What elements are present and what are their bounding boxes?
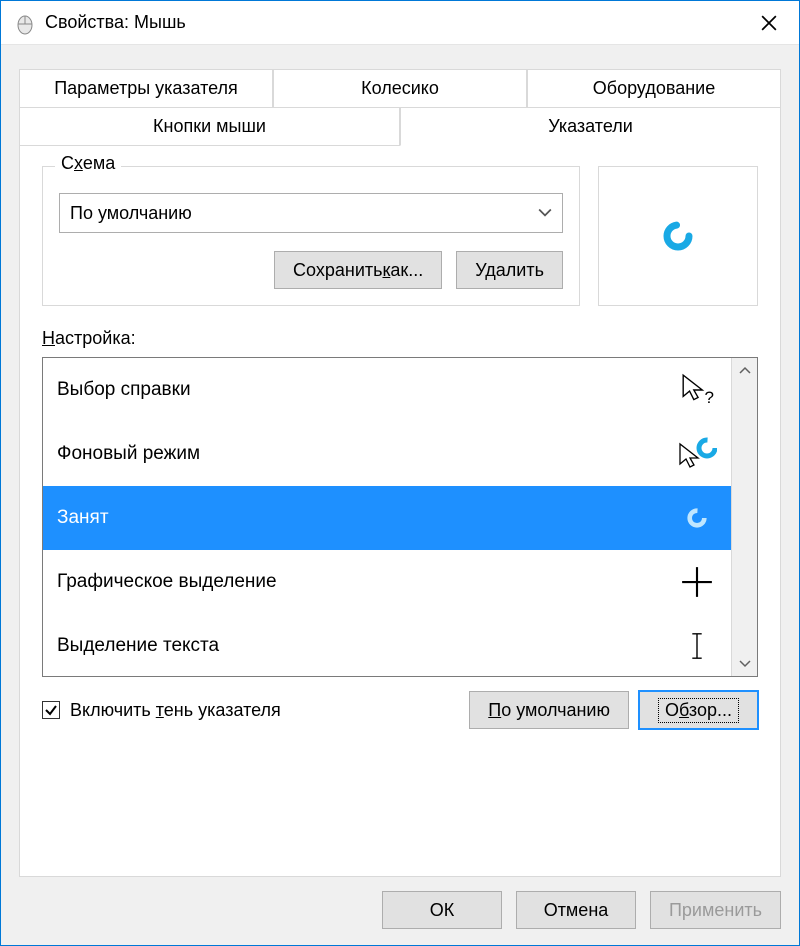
window-title: Свойства: Мышь — [45, 12, 745, 33]
dialog-button-row: ОК Отмена Применить — [19, 877, 781, 945]
tab-buttons[interactable]: Кнопки мыши — [20, 108, 400, 146]
arrow-help-icon: ? — [677, 373, 717, 407]
save-as-button[interactable]: Сохранить как... — [274, 251, 442, 289]
shadow-checkbox[interactable] — [42, 701, 60, 719]
ibeam-icon — [677, 631, 717, 661]
tab-pointer-params[interactable]: Параметры указателя — [20, 70, 273, 108]
defaults-button[interactable]: По умолчанию — [469, 691, 629, 729]
delete-button[interactable]: Удалить — [456, 251, 563, 289]
list-item[interactable]: Занят — [43, 486, 731, 550]
svg-text:?: ? — [704, 388, 713, 407]
shadow-label: Включить тень указателя — [70, 700, 281, 721]
scroll-up-icon[interactable] — [732, 358, 757, 382]
apply-button[interactable]: Применить — [650, 891, 781, 929]
scrollbar[interactable] — [731, 358, 757, 676]
busy-ring-icon — [662, 220, 694, 252]
tab-content: Схема По умолчанию Сохранить как... Удал… — [20, 146, 780, 739]
tab-wheel[interactable]: Колесико — [273, 70, 527, 108]
browse-button[interactable]: Обзор... — [639, 691, 758, 729]
tab-pointers[interactable]: Указатели — [400, 108, 780, 146]
tabs-row-2: Кнопки мыши Указатели — [20, 108, 780, 146]
scheme-combobox[interactable]: По умолчанию — [59, 193, 563, 233]
scheme-legend: Схема — [55, 153, 121, 174]
mouse-icon — [13, 11, 37, 35]
tabs-row-1: Параметры указателя Колесико Оборудовани… — [20, 70, 780, 108]
dialog-outer: Параметры указателя Колесико Оборудовани… — [1, 45, 799, 945]
list-item[interactable]: Фоновый режим — [43, 422, 731, 486]
cursor-listbox: Выбор справки ? Фоновый режим — [42, 357, 758, 677]
customize-label: Настройка: — [42, 328, 758, 349]
scheme-selected: По умолчанию — [70, 203, 192, 224]
scroll-down-icon[interactable] — [732, 652, 757, 676]
arrow-ring-icon — [677, 437, 717, 471]
scheme-fieldset: Схема По умолчанию Сохранить как... Удал… — [42, 166, 580, 306]
list-item[interactable]: Выделение текста — [43, 614, 731, 676]
cursor-preview-box — [598, 166, 758, 306]
close-button[interactable] — [745, 1, 793, 45]
cancel-button[interactable]: Отмена — [516, 891, 636, 929]
ok-button[interactable]: ОК — [382, 891, 502, 929]
ring-icon — [677, 507, 717, 529]
chevron-down-icon — [538, 208, 552, 218]
list-item[interactable]: Графическое выделение — [43, 550, 731, 614]
cross-icon — [677, 565, 717, 599]
tab-hardware[interactable]: Оборудование — [527, 70, 780, 108]
titlebar: Свойства: Мышь — [1, 1, 799, 45]
list-item[interactable]: Выбор справки ? — [43, 358, 731, 422]
dialog-body: Параметры указателя Колесико Оборудовани… — [19, 69, 781, 877]
